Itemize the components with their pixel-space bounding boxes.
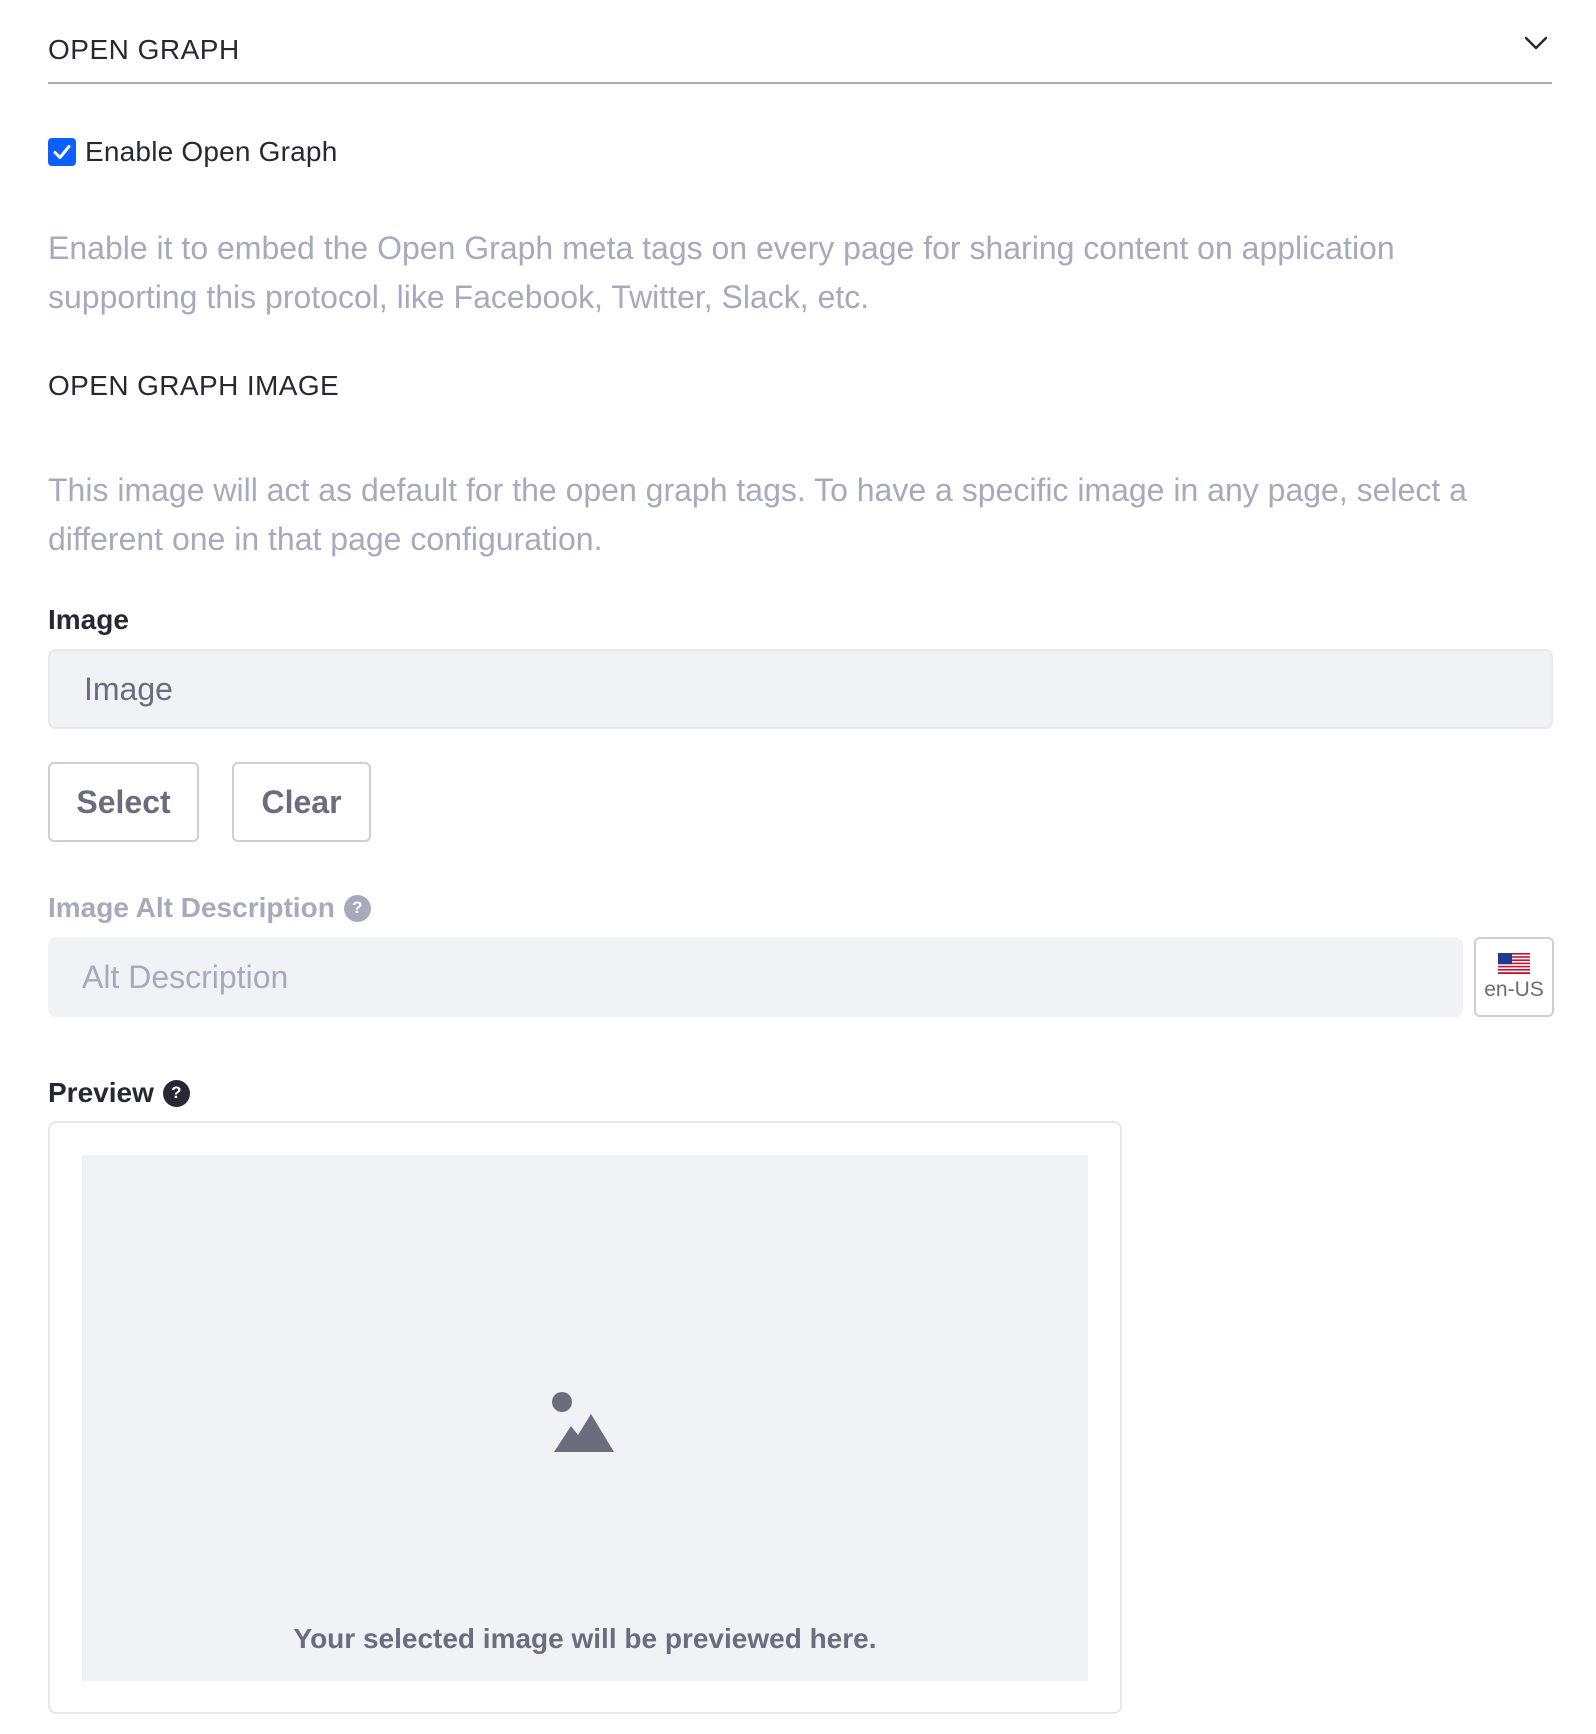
open-graph-settings: OPEN GRAPH Enable Open Graph Enable it t…	[0, 0, 1596, 1734]
preview-card: Your selected image will be previewed he…	[48, 1121, 1122, 1714]
us-flag-icon	[1498, 952, 1530, 974]
preview-placeholder: Your selected image will be previewed he…	[82, 1155, 1088, 1681]
clear-button[interactable]: Clear	[232, 762, 371, 842]
image-label: Image	[48, 604, 129, 636]
open-graph-image-help: This image will act as default for the o…	[48, 472, 1467, 557]
checkmark-icon	[53, 145, 71, 159]
locale-selector-button[interactable]: en-US	[1474, 937, 1554, 1017]
image-icon	[552, 1392, 614, 1452]
enable-open-graph-checkbox[interactable]	[48, 138, 76, 166]
open-graph-image-heading: OPEN GRAPH IMAGE	[48, 370, 340, 401]
preview-caption: Your selected image will be previewed he…	[293, 1623, 877, 1654]
enable-open-graph-label: Enable Open Graph	[85, 136, 338, 167]
help-icon[interactable]: ?	[343, 894, 371, 922]
locale-label: en-US	[1484, 977, 1544, 1001]
image-field[interactable]: Image	[48, 649, 1553, 729]
section-title: OPEN GRAPH	[48, 34, 240, 65]
alt-description-input[interactable]: Alt Description	[48, 937, 1463, 1017]
enable-open-graph-row[interactable]: Enable Open Graph	[48, 136, 337, 168]
preview-label-text: Preview	[48, 1077, 154, 1108]
help-icon[interactable]: ?	[162, 1079, 190, 1107]
enable-open-graph-help: Enable it to embed the Open Graph meta t…	[48, 230, 1395, 315]
open-graph-section-header[interactable]: OPEN GRAPH	[48, 0, 1552, 84]
image-label-text: Image	[48, 604, 129, 635]
alt-description-label-text: Image Alt Description	[48, 892, 335, 923]
alt-description-label: Image Alt Description ?	[48, 892, 371, 924]
preview-label: Preview ?	[48, 1077, 190, 1109]
image-field-value: Image	[84, 670, 173, 707]
chevron-down-icon[interactable]	[1522, 29, 1550, 57]
select-button[interactable]: Select	[48, 762, 199, 842]
alt-description-placeholder: Alt Description	[82, 958, 289, 995]
